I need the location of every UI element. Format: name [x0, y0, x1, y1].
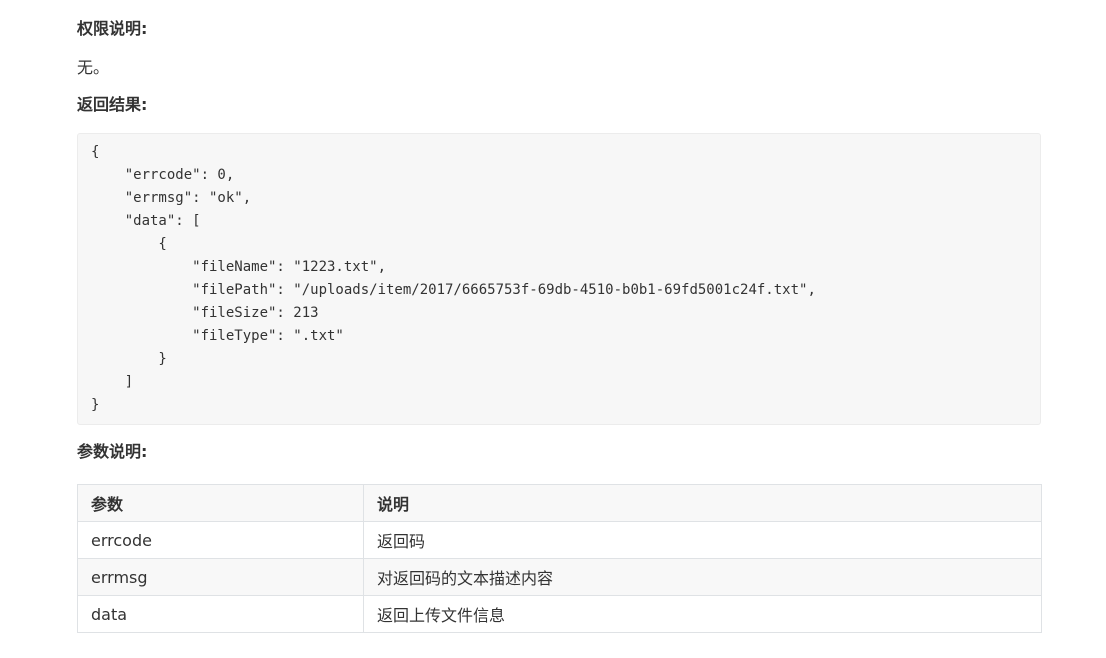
- params-table: 参数 说明 errcode 返回码 errmsg 对返回码的文本描述内容 dat…: [77, 484, 1042, 633]
- param-desc-cell: 返回上传文件信息: [363, 595, 1042, 633]
- code-line: "errmsg": "ok",: [91, 190, 252, 206]
- code-line: "errcode": 0,: [91, 167, 235, 183]
- permission-text: 无。: [77, 58, 110, 77]
- params-heading: 参数说明:: [77, 442, 148, 461]
- response-code-block: { "errcode": 0, "errmsg": "ok", "data": …: [77, 133, 1041, 425]
- param-desc-cell: 返回码: [363, 521, 1042, 559]
- code-line: "fileSize": 213: [91, 305, 319, 321]
- table-header-row: 参数 说明: [77, 484, 1042, 522]
- result-heading: 返回结果:: [77, 95, 148, 114]
- code-line: "fileName": "1223.txt",: [91, 259, 387, 275]
- param-name-cell: errcode: [77, 521, 364, 559]
- code-line: {: [91, 236, 167, 252]
- column-header-param: 参数: [77, 484, 364, 522]
- code-line: "fileType": ".txt": [91, 328, 344, 344]
- table-row: errcode 返回码: [77, 521, 1042, 559]
- code-line: "filePath": "/uploads/item/2017/6665753f…: [91, 282, 816, 298]
- table-row: data 返回上传文件信息: [77, 595, 1042, 633]
- param-desc-cell: 对返回码的文本描述内容: [363, 558, 1042, 596]
- code-line: ]: [91, 374, 134, 390]
- code-line: }: [91, 397, 100, 413]
- table-row: errmsg 对返回码的文本描述内容: [77, 558, 1042, 596]
- permission-heading: 权限说明:: [77, 19, 148, 38]
- code-line: "data": [: [91, 213, 201, 229]
- code-line: {: [91, 144, 100, 160]
- code-line: }: [91, 351, 167, 367]
- column-header-desc: 说明: [363, 484, 1042, 522]
- param-name-cell: errmsg: [77, 558, 364, 596]
- param-name-cell: data: [77, 595, 364, 633]
